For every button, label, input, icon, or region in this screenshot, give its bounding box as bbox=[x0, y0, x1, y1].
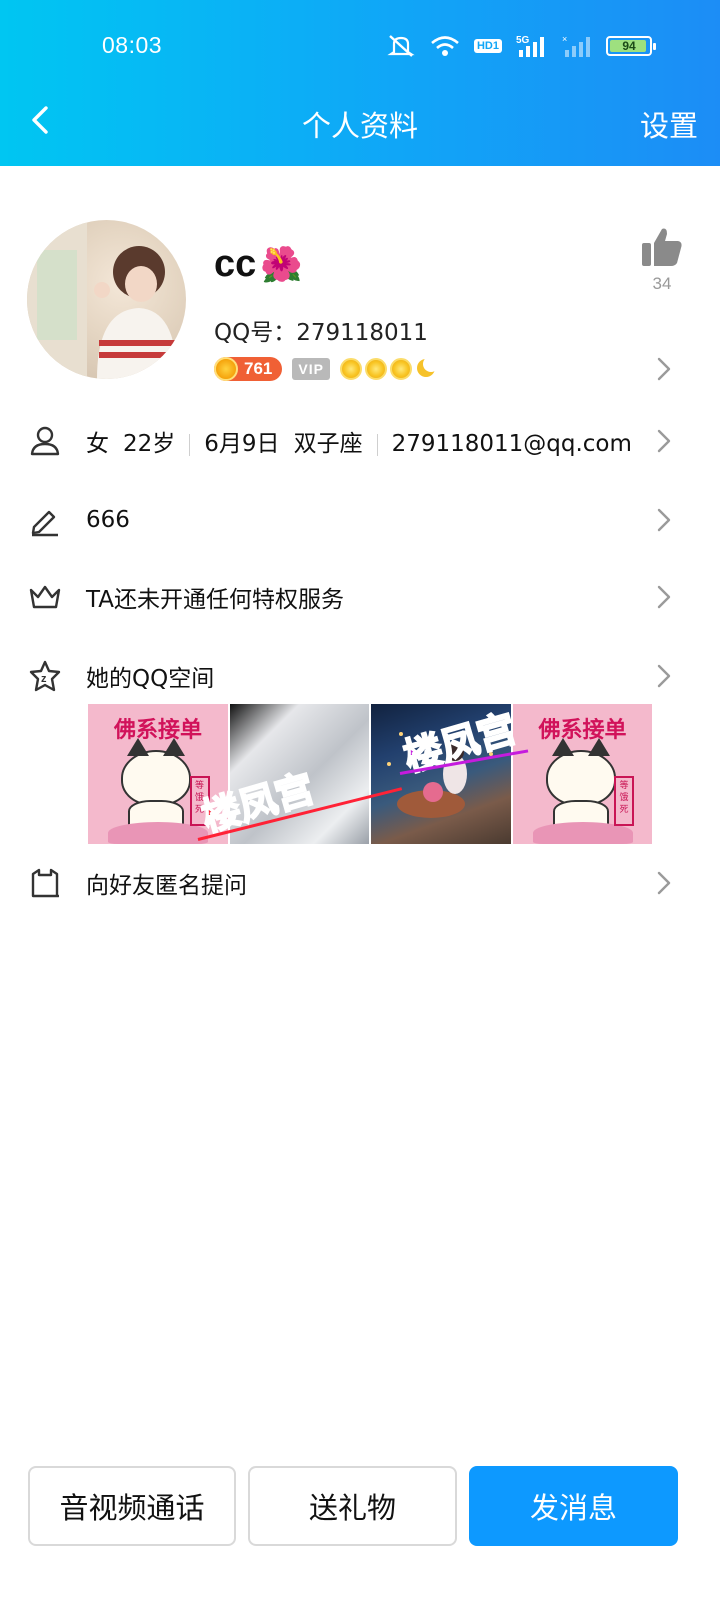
photo-title: 佛系接单 bbox=[113, 717, 202, 743]
crown-icon bbox=[29, 585, 61, 609]
qq-number: 279118011 bbox=[296, 320, 428, 346]
mute-icon bbox=[387, 35, 415, 57]
info-text: 女 22岁 6月9日 双子座 279118011@qq.com bbox=[86, 424, 632, 458]
qq-level-icons bbox=[339, 356, 439, 380]
anonymous-question-row[interactable]: 向好友匿名提问 bbox=[0, 853, 720, 913]
birthday: 6月9日 bbox=[204, 431, 280, 457]
chevron-right-icon bbox=[657, 871, 671, 895]
chevron-right-icon[interactable] bbox=[656, 356, 672, 382]
hibiscus-emoji: 🌺 bbox=[260, 245, 303, 284]
sun-icon bbox=[339, 358, 362, 380]
qzone-photos[interactable]: 佛系接单 等饿死 佛系接单 等饿死 bbox=[88, 704, 652, 844]
sun-icon bbox=[364, 358, 387, 380]
zodiac: 双子座 bbox=[293, 431, 363, 457]
page-title: 个人资料 bbox=[301, 109, 418, 143]
signal-5g-icon: 5G bbox=[516, 35, 544, 57]
avatar-image bbox=[27, 220, 179, 379]
battery-level: 94 bbox=[622, 39, 636, 53]
chevron-right-icon bbox=[657, 585, 671, 609]
signature-row[interactable]: 666 bbox=[0, 490, 720, 550]
chevron-right-icon bbox=[657, 664, 671, 688]
badges[interactable]: 761 VIP bbox=[214, 356, 439, 381]
svg-text:5G: 5G bbox=[516, 35, 530, 46]
battery-icon: 94 bbox=[606, 36, 656, 56]
qq-number-line: QQ号：279118011 bbox=[214, 313, 428, 347]
thumbs-up-icon bbox=[642, 228, 682, 266]
gender: 女 bbox=[86, 431, 109, 457]
header: 08:03 HD1 5G × 94 个人资料 设置 bbox=[0, 0, 720, 166]
qzone-row[interactable]: z 她的QQ空间 bbox=[0, 646, 720, 706]
divider bbox=[189, 433, 191, 456]
nickname: cc 🌺 bbox=[214, 243, 303, 286]
photo-stamp: 等饿死 bbox=[614, 776, 634, 826]
star-icon: z bbox=[29, 660, 61, 692]
qq-label: QQ号： bbox=[214, 320, 297, 346]
pencil-icon bbox=[31, 510, 58, 537]
vip-badge: VIP bbox=[292, 358, 330, 380]
sun-icon bbox=[389, 358, 412, 380]
privilege-text: TA还未开通任何特权服务 bbox=[86, 587, 344, 613]
send-message-button[interactable]: 发消息 bbox=[469, 1466, 678, 1546]
av-call-button[interactable]: 音视频通话 bbox=[28, 1466, 236, 1546]
photo-title: 佛系接单 bbox=[538, 717, 627, 743]
settings-button[interactable]: 设置 bbox=[640, 103, 698, 145]
email: 279118011@qq.com bbox=[391, 431, 632, 457]
like-count: 34 bbox=[652, 274, 672, 293]
chevron-right-icon bbox=[657, 508, 671, 532]
cat-face bbox=[545, 738, 616, 806]
cat-face bbox=[121, 738, 191, 806]
nickname-text: cc bbox=[214, 243, 257, 285]
cat-box-icon bbox=[31, 868, 59, 898]
privilege-row[interactable]: TA还未开通任何特权服务 bbox=[0, 567, 720, 627]
like-button[interactable]: 34 bbox=[640, 226, 684, 294]
signal-empty-icon: × bbox=[562, 34, 590, 57]
coin-icon bbox=[214, 357, 238, 381]
chevron-right-icon bbox=[657, 429, 671, 453]
anonymous-question-text: 向好友匿名提问 bbox=[86, 873, 247, 899]
info-row[interactable]: 女 22岁 6月9日 双子座 279118011@qq.com bbox=[0, 411, 720, 471]
level-badge: 761 bbox=[214, 357, 283, 381]
photo-thumbnail[interactable]: 佛系接单 等饿死 bbox=[512, 704, 652, 844]
svg-text:×: × bbox=[562, 34, 567, 44]
status-time: 08:03 bbox=[102, 32, 163, 58]
age: 22岁 bbox=[123, 431, 176, 457]
divider bbox=[376, 433, 378, 456]
person-icon bbox=[30, 426, 60, 456]
status-icons: HD1 5G × 94 bbox=[386, 34, 656, 58]
wifi-icon bbox=[431, 36, 459, 56]
hd-icon: HD1 bbox=[473, 39, 502, 53]
svg-text:z: z bbox=[41, 673, 47, 685]
signature-text: 666 bbox=[86, 507, 130, 533]
moon-icon bbox=[415, 356, 439, 380]
send-gift-button[interactable]: 送礼物 bbox=[248, 1466, 457, 1546]
qzone-text: 她的QQ空间 bbox=[86, 666, 215, 692]
avatar[interactable] bbox=[27, 220, 186, 379]
level-value: 761 bbox=[244, 359, 273, 378]
